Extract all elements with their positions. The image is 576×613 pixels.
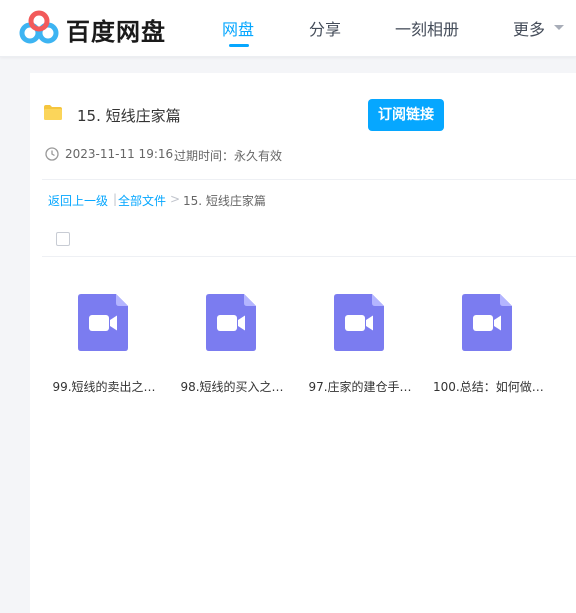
nav-share[interactable]: 分享 xyxy=(309,16,341,40)
top-nav-bar: 百度网盘 网盘 分享 一刻相册 更多 xyxy=(0,0,576,57)
divider xyxy=(42,179,576,180)
file-item[interactable]: 98.短线的买入之… xyxy=(177,294,287,404)
file-item[interactable]: 97.庄家的建仓手… xyxy=(305,294,415,404)
share-panel: 15. 短线庄家篇 订阅链接 2023-11-11 19:16 过期时间： 永久… xyxy=(30,73,576,613)
file-name[interactable]: 97.庄家的建仓手… xyxy=(305,378,415,395)
video-file-icon xyxy=(462,294,512,351)
chevron-down-icon[interactable] xyxy=(553,24,565,32)
file-name[interactable]: 98.短线的买入之… xyxy=(177,378,287,395)
nav-netdisk[interactable]: 网盘 xyxy=(222,16,254,40)
breadcrumb-current: 15. 短线庄家篇 xyxy=(183,194,266,208)
file-name[interactable]: 100.总结：如何做… xyxy=(433,378,543,395)
file-name[interactable]: 99.短线的卖出之… xyxy=(49,378,159,395)
video-file-icon xyxy=(334,294,384,351)
back-to-parent-link[interactable]: 返回上一级 xyxy=(48,192,108,209)
nav-more[interactable]: 更多 xyxy=(513,16,545,40)
file-item[interactable]: 99.短线的卖出之… xyxy=(49,294,159,404)
breadcrumb-separator: > xyxy=(170,192,181,206)
nav-active-indicator xyxy=(229,44,249,47)
clock-icon xyxy=(45,147,59,161)
expiry-label: 过期时间： xyxy=(174,149,235,163)
video-file-icon xyxy=(206,294,256,351)
video-file-icon xyxy=(78,294,128,351)
file-item[interactable]: 100.总结：如何做… xyxy=(433,294,543,404)
brand-name[interactable]: 百度网盘 xyxy=(66,12,166,47)
share-created-time: 2023-11-11 19:16 xyxy=(65,147,174,161)
all-files-link[interactable]: 全部文件 xyxy=(118,192,166,209)
nav-album[interactable]: 一刻相册 xyxy=(395,16,459,40)
select-all-checkbox[interactable] xyxy=(56,232,70,246)
folder-icon xyxy=(44,105,62,120)
subscribe-link-button[interactable]: 订阅链接 xyxy=(368,99,444,131)
breadcrumb-separator: | xyxy=(113,192,118,206)
divider xyxy=(42,256,576,257)
expiry-value: 永久有效 xyxy=(234,149,283,163)
baidu-netdisk-logo-icon[interactable] xyxy=(18,10,60,44)
share-folder-title: 15. 短线庄家篇 xyxy=(77,107,181,125)
